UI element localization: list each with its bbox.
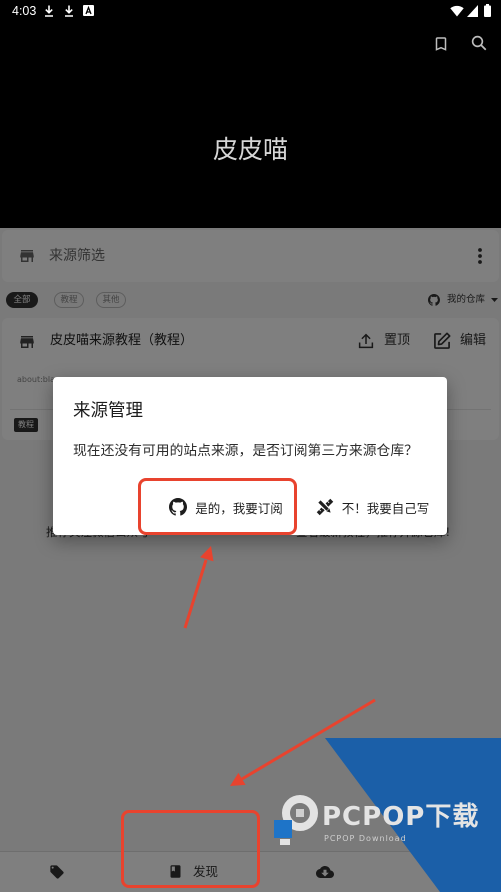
- dialog-scrim[interactable]: [0, 228, 501, 892]
- download-icon: [64, 5, 74, 17]
- watermark-logo-icon: [270, 793, 320, 847]
- wifi-icon: [450, 5, 464, 17]
- app-notification-icon: [83, 5, 94, 16]
- search-icon[interactable]: [470, 34, 488, 52]
- annotation-box-discover: [121, 810, 260, 888]
- annotation-box-subscribe: [138, 478, 297, 535]
- signal-icon: [467, 5, 478, 17]
- bookmark-icon[interactable]: [432, 35, 450, 53]
- download-icon: [44, 5, 54, 17]
- watermark-brand: PCPOP下载: [322, 802, 480, 832]
- app-bar: 4:03 皮皮喵: [0, 0, 501, 228]
- dialog-title: 来源管理: [73, 401, 143, 421]
- app-title: 皮皮喵: [212, 135, 288, 164]
- write-own-button-label: 不！我要自己写: [341, 500, 430, 516]
- design-tools-icon: [315, 497, 335, 517]
- dialog-message: 现在还没有可用的站点来源，是否订阅第三方来源仓库？: [73, 443, 418, 459]
- screen: 4:03 皮皮喵 来源筛选: [0, 0, 501, 892]
- status-time: 4:03: [12, 4, 37, 18]
- write-own-button[interactable]: 不！我要自己写: [305, 490, 439, 524]
- battery-icon: [484, 4, 491, 17]
- watermark-caption: PCPOP Download: [324, 834, 407, 843]
